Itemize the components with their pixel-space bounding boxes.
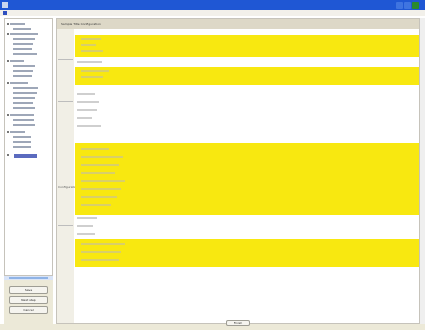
tree-item[interactable] xyxy=(13,43,33,45)
tree-node-icon[interactable] xyxy=(7,154,9,156)
panel-title: Sample Title Configuration xyxy=(61,22,101,26)
tree-item[interactable] xyxy=(13,107,35,109)
field-label[interactable] xyxy=(81,188,121,190)
field-label[interactable] xyxy=(77,117,92,119)
menu-bar xyxy=(0,10,425,16)
tree-item[interactable] xyxy=(13,28,31,30)
field-label[interactable] xyxy=(81,172,115,174)
tree-node-icon[interactable] xyxy=(7,131,9,133)
divider xyxy=(58,59,73,60)
field-label[interactable] xyxy=(77,109,97,111)
tree-item[interactable] xyxy=(13,119,34,121)
field-label[interactable] xyxy=(77,93,95,95)
tree-item[interactable] xyxy=(13,75,32,77)
tree-item[interactable] xyxy=(13,146,31,148)
field-label[interactable] xyxy=(81,204,111,206)
tree-item[interactable] xyxy=(13,102,33,104)
field-label[interactable] xyxy=(77,225,93,227)
title-bar xyxy=(0,0,425,10)
configuration-panel: Sample Title Configuration Configuration xyxy=(56,18,420,324)
tree-item[interactable] xyxy=(13,124,35,126)
tree-item[interactable] xyxy=(10,60,24,62)
tree-item[interactable] xyxy=(13,48,32,50)
field-label[interactable] xyxy=(77,125,101,127)
field-label[interactable] xyxy=(81,164,119,166)
finish-button[interactable]: Finish xyxy=(226,320,250,326)
save-button[interactable]: Save xyxy=(9,286,48,294)
tree-item-selected[interactable] xyxy=(14,154,37,158)
horizontal-scrollbar[interactable] xyxy=(4,276,53,280)
field-label[interactable] xyxy=(81,196,117,198)
field-label[interactable] xyxy=(81,70,109,72)
tree-node-icon[interactable] xyxy=(7,23,9,25)
divider xyxy=(58,101,73,102)
tree-node-icon[interactable] xyxy=(7,60,9,62)
tree-item[interactable] xyxy=(13,65,35,67)
tree-item[interactable] xyxy=(10,114,34,116)
field-label[interactable] xyxy=(81,50,103,52)
cancel-button[interactable]: Cancel xyxy=(9,306,48,314)
app-icon xyxy=(2,2,8,8)
highlighted-section xyxy=(75,143,419,215)
tree-item[interactable] xyxy=(13,92,37,94)
field-label[interactable] xyxy=(81,44,96,46)
field-label[interactable] xyxy=(77,61,102,63)
tree-item[interactable] xyxy=(10,82,28,84)
field-label[interactable] xyxy=(81,38,101,40)
scrollbar-thumb[interactable] xyxy=(9,277,48,279)
sidebar-footer: Save Next step Cancel xyxy=(4,276,53,324)
tree-item[interactable] xyxy=(10,131,25,133)
field-label[interactable] xyxy=(81,156,123,158)
tree-item[interactable] xyxy=(10,33,38,35)
app-menu-icon[interactable] xyxy=(3,11,7,15)
maximize-icon[interactable] xyxy=(404,2,411,9)
tree-item[interactable] xyxy=(13,87,38,89)
highlighted-section xyxy=(75,35,419,57)
highlighted-section xyxy=(75,67,419,85)
minimize-icon[interactable] xyxy=(396,2,403,9)
tree-item[interactable] xyxy=(10,23,25,25)
tree-item[interactable] xyxy=(13,97,35,99)
tree-item[interactable] xyxy=(13,53,37,55)
next-step-button[interactable]: Next step xyxy=(9,296,48,304)
field-label[interactable] xyxy=(81,76,103,78)
field-label[interactable] xyxy=(77,101,99,103)
status-bar xyxy=(0,324,425,330)
tree-item[interactable] xyxy=(13,141,31,143)
highlighted-section xyxy=(75,239,419,267)
tree-item[interactable] xyxy=(13,136,31,138)
tree-item[interactable] xyxy=(13,38,35,40)
field-label[interactable] xyxy=(81,251,121,253)
tree-node-icon[interactable] xyxy=(7,114,9,116)
field-label[interactable] xyxy=(81,180,125,182)
navigation-sidebar xyxy=(4,18,53,276)
tree-node-icon[interactable] xyxy=(7,33,9,35)
row-labels-column: Configuration xyxy=(57,29,78,323)
right-edge xyxy=(420,18,425,324)
field-label[interactable] xyxy=(77,217,97,219)
close-icon[interactable] xyxy=(412,2,419,9)
divider xyxy=(58,225,73,226)
field-label[interactable] xyxy=(77,233,95,235)
content-header: Sample Title Configuration xyxy=(57,19,419,29)
field-label[interactable] xyxy=(81,148,109,150)
tree-node-icon[interactable] xyxy=(7,82,9,84)
field-label[interactable] xyxy=(81,243,125,245)
field-label[interactable] xyxy=(81,259,119,261)
tree-item[interactable] xyxy=(13,70,33,72)
